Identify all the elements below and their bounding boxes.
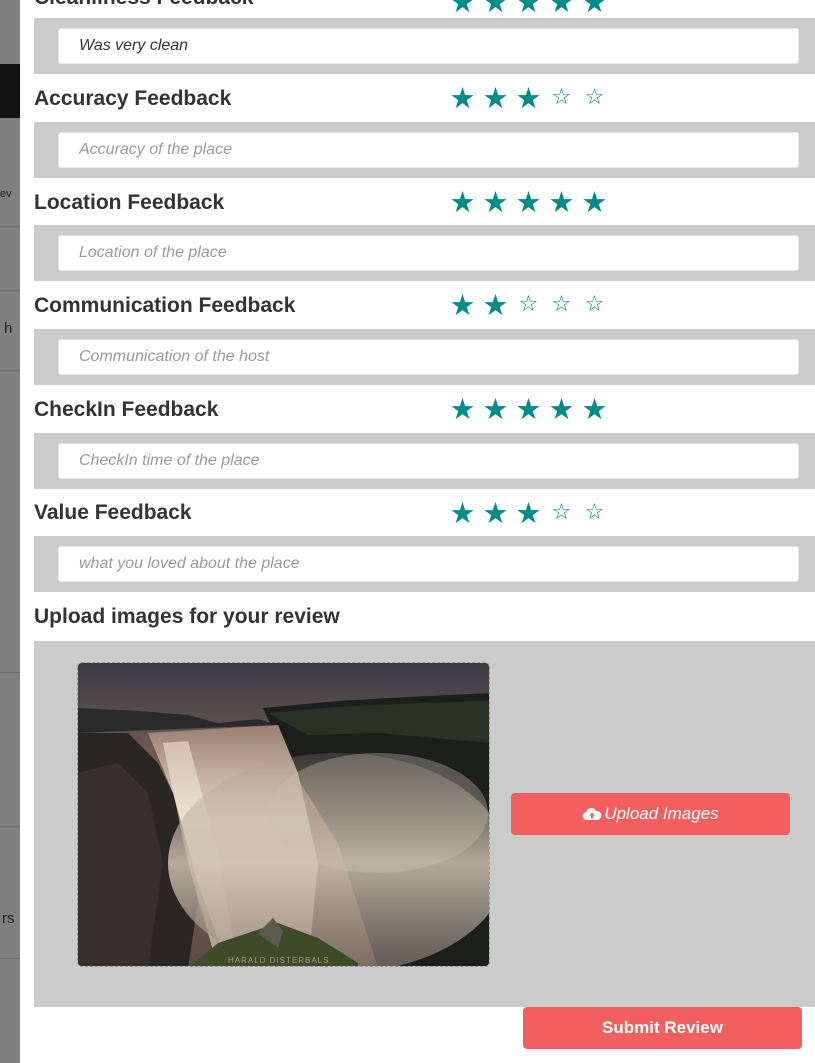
upload-section-title: Upload images for your review: [34, 605, 340, 628]
star-filled-icon[interactable]: ★: [580, 393, 609, 425]
feedback-title-communication: Communication Feedback: [34, 294, 296, 317]
upload-button-label: Upload Images: [604, 804, 719, 823]
communication-comment-input[interactable]: [58, 339, 799, 375]
background-page: ev h rs: [0, 0, 20, 1063]
svg-text:HARALD DISTERBALS: HARALD DISTERBALS: [228, 956, 329, 965]
background-divider: [0, 370, 20, 371]
checkin-comment-input[interactable]: [58, 443, 799, 479]
value-comment-input[interactable]: [58, 546, 799, 582]
star-filled-icon[interactable]: ★: [448, 393, 477, 425]
star-filled-icon[interactable]: ★: [580, 0, 609, 18]
rating-stars-checkin[interactable]: ★ ★ ★ ★ ★: [448, 393, 609, 425]
comment-box-accuracy: [34, 122, 815, 178]
uploaded-image-preview[interactable]: HARALD DISTERBALS: [77, 662, 490, 967]
star-filled-icon[interactable]: ★: [448, 82, 477, 114]
star-empty-icon[interactable]: ☆: [514, 289, 543, 321]
background-divider: [0, 290, 20, 291]
background-text: h: [4, 320, 13, 337]
star-filled-icon[interactable]: ★: [481, 0, 510, 18]
background-divider: [0, 826, 20, 827]
star-empty-icon[interactable]: ☆: [580, 289, 609, 321]
rating-stars-accuracy[interactable]: ★ ★ ★ ☆ ☆: [448, 82, 609, 114]
star-filled-icon[interactable]: ★: [481, 497, 510, 529]
feedback-title-accuracy: Accuracy Feedback: [34, 87, 232, 110]
star-empty-icon[interactable]: ☆: [580, 497, 609, 529]
star-filled-icon[interactable]: ★: [481, 186, 510, 218]
upload-images-button[interactable]: Upload Images: [511, 793, 790, 835]
comment-box-cleanliness: [34, 18, 815, 74]
star-filled-icon[interactable]: ★: [547, 0, 576, 18]
star-empty-icon[interactable]: ☆: [547, 82, 576, 114]
cloud-upload-icon: [583, 807, 602, 821]
review-modal: Cleanliness Feedback ★★★★★ Accuracy Feed…: [20, 0, 815, 1063]
star-filled-icon[interactable]: ★: [481, 289, 510, 321]
star-empty-icon[interactable]: ☆: [547, 497, 576, 529]
submit-review-button[interactable]: Submit Review: [523, 1007, 802, 1049]
star-filled-icon[interactable]: ★: [580, 186, 609, 218]
cleanliness-comment-input[interactable]: [58, 28, 799, 64]
upload-area: HARALD DISTERBALS Upload Images: [34, 641, 815, 1007]
star-filled-icon[interactable]: ★: [514, 497, 543, 529]
star-filled-icon[interactable]: ★: [481, 82, 510, 114]
star-empty-icon[interactable]: ☆: [547, 289, 576, 321]
waterfall-photo: HARALD DISTERBALS: [78, 663, 489, 966]
star-empty-icon[interactable]: ☆: [580, 82, 609, 114]
background-divider: [0, 672, 20, 673]
star-filled-icon[interactable]: ★: [448, 186, 477, 218]
comment-box-checkin: [34, 433, 815, 489]
rating-stars-location[interactable]: ★ ★ ★ ★ ★: [448, 186, 609, 218]
background-text: rs: [2, 910, 15, 927]
background-text: ev: [0, 188, 12, 200]
star-filled-icon[interactable]: ★: [514, 0, 543, 18]
comment-box-communication: [34, 329, 815, 385]
background-divider: [0, 226, 20, 227]
star-filled-icon[interactable]: ★: [514, 186, 543, 218]
location-comment-input[interactable]: [58, 235, 799, 271]
rating-stars-value[interactable]: ★ ★ ★ ☆ ☆: [448, 497, 609, 529]
star-filled-icon[interactable]: ★: [514, 393, 543, 425]
feedback-title-checkin: CheckIn Feedback: [34, 398, 219, 421]
star-filled-icon[interactable]: ★: [448, 289, 477, 321]
star-filled-icon[interactable]: ★: [514, 82, 543, 114]
feedback-title-cleanliness: Cleanliness Feedback: [34, 0, 253, 10]
rating-stars-communication[interactable]: ★ ★ ☆ ☆ ☆: [448, 289, 609, 321]
star-filled-icon[interactable]: ★: [448, 497, 477, 529]
comment-box-value: [34, 536, 815, 592]
accuracy-comment-input[interactable]: [58, 132, 799, 168]
star-filled-icon[interactable]: ★: [448, 0, 477, 18]
star-filled-icon[interactable]: ★: [547, 393, 576, 425]
background-divider: [0, 958, 20, 959]
background-navbar: [0, 64, 20, 118]
rating-stars-cleanliness[interactable]: ★ ★ ★ ★ ★: [448, 0, 609, 18]
star-filled-icon[interactable]: ★: [547, 186, 576, 218]
feedback-title-value: Value Feedback: [34, 501, 192, 524]
feedback-title-location: Location Feedback: [34, 191, 225, 214]
comment-box-location: [34, 225, 815, 281]
star-filled-icon[interactable]: ★: [481, 393, 510, 425]
